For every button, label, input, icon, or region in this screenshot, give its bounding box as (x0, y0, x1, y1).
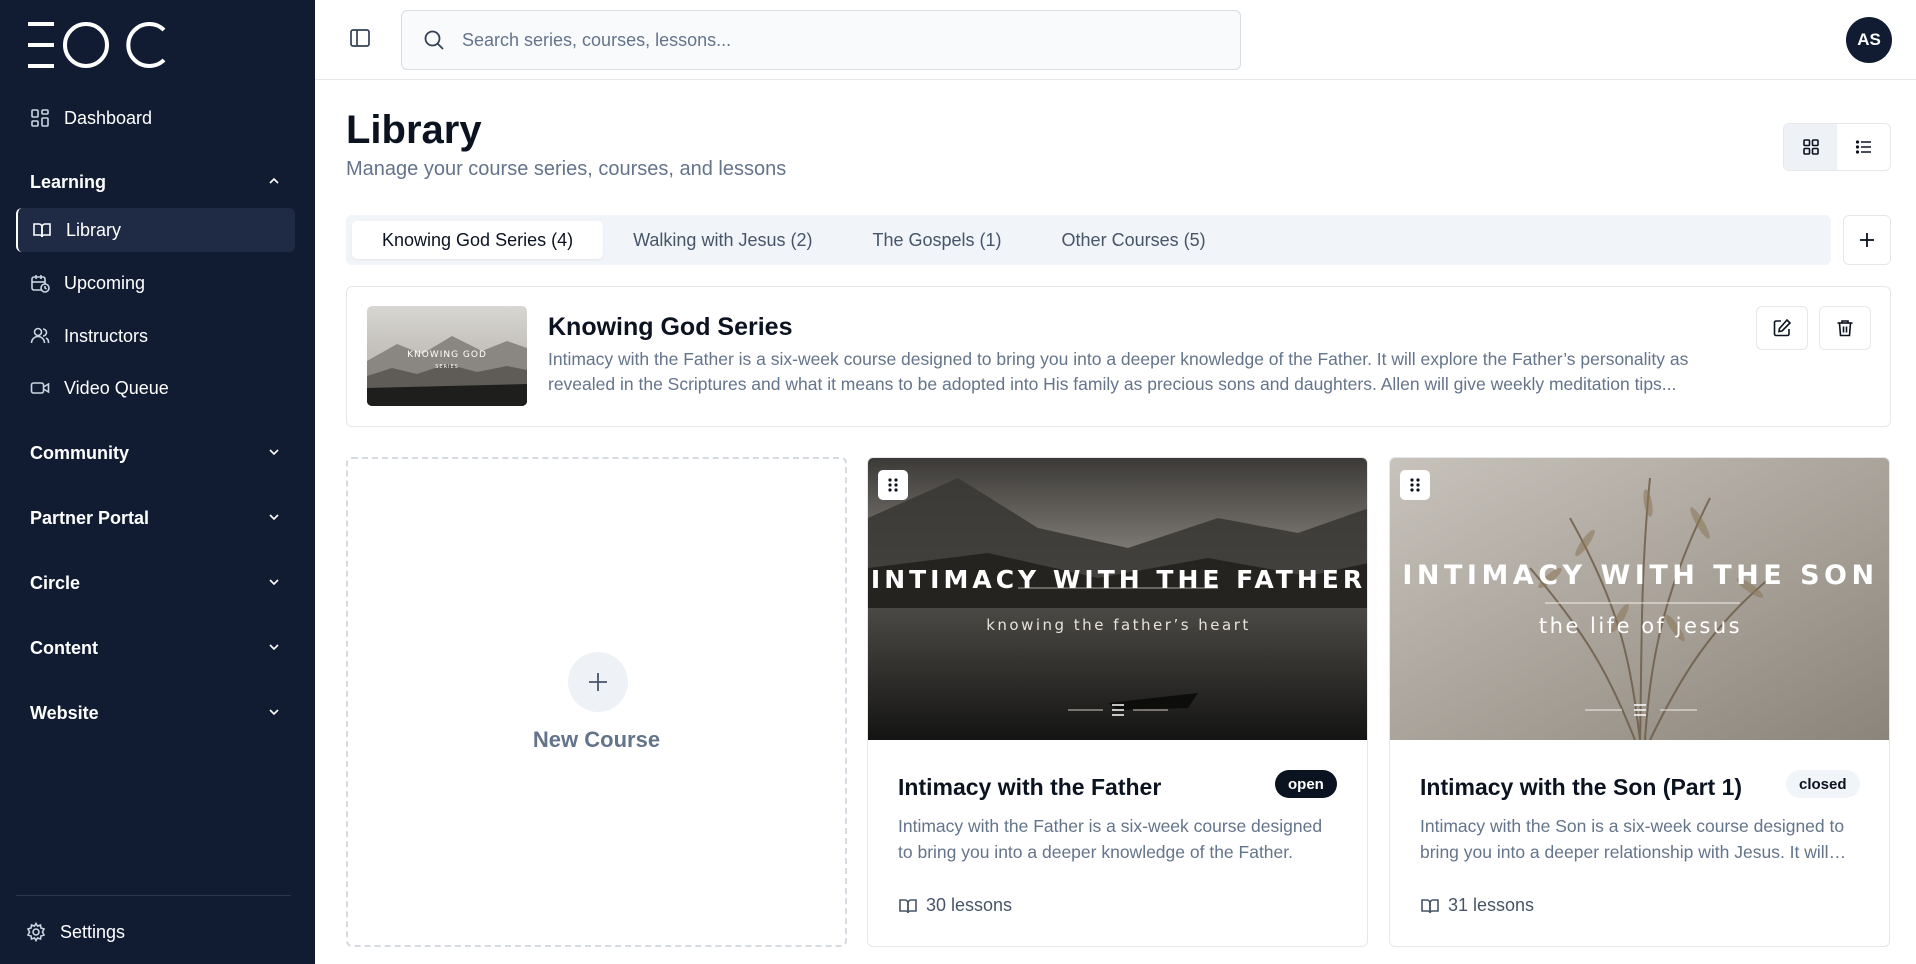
sidebar-group-label: Content (30, 637, 98, 658)
course-description: Intimacy with the Father is a six-week c… (898, 816, 1323, 862)
course-cover-subtitle: knowing the father’s heart (986, 616, 1251, 634)
sidebar-item-settings[interactable]: Settings (16, 910, 295, 954)
sidebar-group-website[interactable]: Website (16, 691, 295, 735)
new-course-button[interactable]: New Course (346, 457, 847, 947)
sidebar-item-label: Instructors (64, 325, 149, 346)
book-open-icon (32, 220, 52, 240)
lesson-count-label: 30 lessons (926, 895, 1013, 915)
sidebar-divider (16, 895, 291, 896)
list-view-button[interactable] (1837, 124, 1890, 170)
course-cover-image: INTIMACY WITH THE SON the life of jesus (1390, 458, 1889, 740)
panel-left-icon (350, 29, 370, 47)
list-icon (1855, 140, 1871, 154)
page-title: Library (346, 108, 482, 152)
video-icon (30, 378, 50, 398)
add-series-button[interactable] (1843, 215, 1891, 265)
sidebar-group-label: Partner Portal (30, 507, 150, 528)
drag-handle-icon[interactable] (878, 470, 908, 500)
sidebar-item-dashboard[interactable]: Dashboard (16, 96, 295, 140)
gear-icon (26, 922, 46, 942)
sidebar-item-label: Library (66, 219, 122, 240)
avatar[interactable]: AS (1846, 17, 1892, 63)
lesson-count: 30 lessons (898, 895, 1012, 916)
chevron-up-icon (267, 172, 281, 193)
tab-walking-with-jesus[interactable]: Walking with Jesus (2) (603, 221, 842, 259)
sidebar-group-partner-portal[interactable]: Partner Portal (16, 496, 295, 540)
sidebar-item-upcoming[interactable]: Upcoming (16, 261, 295, 305)
sidebar: Dashboard Learning Library Upcoming Inst… (0, 0, 315, 964)
tab-other-courses[interactable]: Other Courses (5) (1032, 221, 1236, 259)
sidebar-item-instructors[interactable]: Instructors (16, 314, 295, 358)
delete-series-button[interactable] (1819, 306, 1871, 350)
grid-icon (1802, 139, 1819, 155)
sidebar-item-label: Video Queue (64, 377, 169, 398)
course-cover-subtitle: the life of jesus (1538, 614, 1743, 638)
chevron-down-icon (267, 508, 281, 529)
series-thumbnail: KNOWING GOD SERIES (367, 306, 527, 406)
course-cover-title: INTIMACY WITH THE FATHER (870, 565, 1367, 594)
chevron-down-icon (267, 703, 281, 724)
new-course-label: New Course (532, 727, 661, 752)
plus-icon (1860, 233, 1874, 247)
sidebar-item-label: Dashboard (64, 107, 153, 128)
tab-knowing-god-series[interactable]: Knowing God Series (4) (352, 221, 604, 259)
sidebar-item-label: Upcoming (64, 272, 146, 293)
trash-icon (1837, 320, 1853, 337)
drag-handle-icon[interactable] (1400, 470, 1430, 500)
search-input[interactable] (462, 29, 1222, 51)
sidebar-item-label: Settings (60, 921, 126, 942)
chevron-down-icon (267, 573, 281, 594)
sidebar-group-content[interactable]: Content (16, 626, 295, 670)
course-card[interactable]: INTIMACY WITH THE SON the life of jesus … (1389, 457, 1890, 947)
dashboard-icon (30, 108, 50, 128)
series-description: Intimacy with the Father is a six-week c… (548, 349, 1689, 394)
series-thumb-subtitle: SERIES (435, 364, 459, 370)
series-tabs: Knowing God Series (4) Walking with Jesu… (346, 215, 1831, 265)
book-open-icon (899, 898, 917, 913)
sidebar-group-community[interactable]: Community (16, 431, 295, 475)
course-title: Intimacy with the Father (898, 774, 1162, 800)
topbar: AS (315, 0, 1916, 80)
course-cover-image: INTIMACY WITH THE FATHER knowing the fat… (868, 458, 1367, 740)
calendar-clock-icon (30, 273, 50, 293)
course-cover-title: INTIMACY WITH THE SON (1402, 560, 1879, 591)
course-title: Intimacy with the Son (Part 1) (1420, 774, 1743, 800)
status-badge: open (1275, 770, 1337, 798)
sidebar-group-circle[interactable]: Circle (16, 561, 295, 605)
edit-icon (1773, 318, 1792, 337)
series-thumb-title: KNOWING GOD (407, 350, 487, 360)
logo[interactable] (28, 20, 168, 70)
sidebar-item-library[interactable]: Library (16, 208, 295, 252)
sidebar-group-label: Community (30, 442, 129, 463)
book-open-icon (1421, 898, 1439, 913)
sidebar-group-label: Circle (30, 572, 81, 593)
search-box[interactable] (401, 10, 1241, 70)
tab-the-gospels[interactable]: The Gospels (1) (842, 221, 1031, 259)
course-description: Intimacy with the Son is a six-week cour… (1420, 816, 1845, 862)
lesson-count: 31 lessons (1420, 895, 1534, 916)
sidebar-group-learning[interactable]: Learning (16, 160, 295, 204)
view-toggle (1783, 123, 1891, 171)
search-icon (424, 30, 444, 50)
sidebar-toggle-button[interactable] (349, 27, 375, 53)
series-card: KNOWING GOD SERIES Knowing God Series In… (346, 286, 1891, 427)
users-icon (30, 326, 50, 346)
lesson-count-label: 31 lessons (1448, 895, 1535, 915)
eoc-logo-icon (28, 22, 166, 68)
sidebar-group-label: Website (30, 702, 99, 723)
grid-view-button[interactable] (1784, 124, 1837, 170)
chevron-down-icon (267, 443, 281, 464)
page-subtitle: Manage your course series, courses, and … (346, 158, 787, 180)
status-badge: closed (1786, 770, 1860, 798)
sidebar-group-label: Learning (30, 171, 107, 192)
plus-icon (568, 652, 628, 712)
series-title: Knowing God Series (548, 313, 793, 341)
sidebar-item-video-queue[interactable]: Video Queue (16, 366, 295, 410)
chevron-down-icon (267, 638, 281, 659)
edit-series-button[interactable] (1756, 306, 1808, 350)
course-card[interactable]: INTIMACY WITH THE FATHER knowing the fat… (867, 457, 1368, 947)
